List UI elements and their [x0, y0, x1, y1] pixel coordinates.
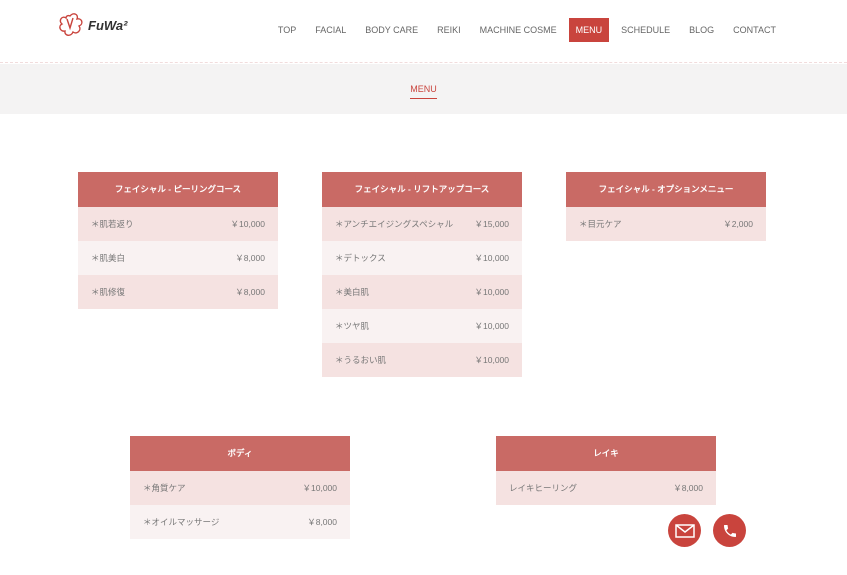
menu-item-name: ＊角質ケア	[143, 482, 186, 493]
menu-item-name: ＊ツヤ肌	[335, 320, 370, 331]
menu-item-name: ＊美白肌	[335, 286, 370, 297]
nav-item-body-care[interactable]: BODY CARE	[358, 18, 425, 42]
menu-item-name: ＊デトックス	[335, 252, 386, 263]
nav-item-top[interactable]: TOP	[271, 18, 303, 42]
menu-item-price: ￥8,000	[235, 253, 265, 263]
menu-card-title: レイキ	[496, 436, 716, 471]
menu-item-name: ＊アンチエイジングスペシャル	[335, 218, 454, 229]
menu-item-price: ￥8,000	[307, 517, 337, 527]
menu-item-row: ＊ツヤ肌 ￥10,000	[322, 309, 522, 343]
nav-item-machine-cosme[interactable]: MACHINE COSME	[473, 18, 564, 42]
page-title-band: MENU	[0, 64, 847, 114]
nav-item-blog[interactable]: BLOG	[682, 18, 721, 42]
flower-logo-icon	[59, 13, 83, 36]
menu-card: フェイシャル - ピーリングコース ＊肌若返り ￥10,000 ＊肌美白 ￥8,000 ＊…	[78, 172, 278, 309]
menu-item-row: レイキヒーリング ￥8,000	[496, 471, 716, 505]
site-header: FuWa² TOP FACIAL BODY CARE REIKI MACHINE COS…	[0, 0, 847, 63]
menu-item-name: ＊目元ケア	[579, 218, 622, 229]
menu-card-title: フェイシャル - リフトアップコース	[322, 172, 522, 207]
menu-item-price: ￥10,000	[474, 287, 510, 297]
menu-item-row: ＊肌若返り ￥10,000	[78, 207, 278, 241]
logo-text: FuWa²	[88, 17, 128, 33]
main-nav: TOP FACIAL BODY CARE REIKI MACHINE COSME MENU…	[271, 18, 783, 42]
menu-item-name: ＊肌若返り	[91, 218, 134, 229]
menu-item-name: ＊肌修復	[91, 286, 126, 297]
nav-item-contact[interactable]: CONTACT	[726, 18, 783, 42]
menu-item-name: ＊肌美白	[91, 252, 126, 263]
page-title: MENU	[410, 84, 437, 99]
menu-card-title: フェイシャル - ピーリングコース	[78, 172, 278, 207]
phone-button[interactable]	[713, 514, 746, 547]
menu-item-row: ＊肌修復 ￥8,000	[78, 275, 278, 309]
mail-icon	[674, 523, 695, 538]
menu-item-price: ￥10,000	[230, 219, 266, 229]
menu-item-price: ￥15,000	[474, 219, 510, 229]
nav-item-menu[interactable]: MENU	[568, 18, 610, 42]
mail-button[interactable]	[668, 514, 701, 547]
menu-item-price: ￥10,000	[474, 355, 510, 365]
menu-card-title: フェイシャル - オプションメニュー	[566, 172, 766, 207]
menu-card: レイキレイキヒーリング ￥8,000	[496, 436, 716, 505]
nav-item-reiki[interactable]: REIKI	[430, 18, 468, 42]
menu-item-row: ＊デトックス ￥10,000	[322, 241, 522, 275]
menu-item-name: ＊オイルマッサージ	[143, 516, 220, 527]
menu-item-name: ＊うるおい肌	[335, 354, 387, 365]
menu-card-title: ボディ	[130, 436, 350, 471]
menu-item-row: ＊目元ケア ￥2,000	[566, 207, 766, 241]
menu-item-price: ￥10,000	[474, 253, 510, 263]
menu-item-name: レイキヒーリング	[509, 482, 578, 493]
logo[interactable]: FuWa²	[56, 12, 127, 38]
menu-item-price: ￥2,000	[723, 219, 753, 229]
menu-card: ボディ ＊角質ケア ￥10,000 ＊オイルマッサージ ￥8,000	[130, 436, 350, 539]
menu-item-row: ＊美白肌 ￥10,000	[322, 275, 522, 309]
nav-item-facial[interactable]: FACIAL	[308, 18, 353, 42]
menu-item-price: ￥8,000	[235, 287, 265, 297]
menu-item-row: ＊アンチエイジングスペシャル ￥15,000	[322, 207, 522, 241]
menu-item-row: ＊角質ケア ￥10,000	[130, 471, 350, 505]
menu-item-row: ＊肌美白 ￥8,000	[78, 241, 278, 275]
menu-card: フェイシャル - リフトアップコース ＊アンチエイジングスペシャル ￥15,000 ＊…	[322, 172, 522, 377]
menu-item-price: ￥10,000	[474, 321, 510, 331]
menu-item-price: ￥8,000	[673, 483, 703, 493]
phone-icon	[723, 524, 736, 537]
nav-item-schedule[interactable]: SCHEDULE	[614, 18, 677, 42]
menu-card: フェイシャル - オプションメニュー ＊目元ケア ￥2,000	[566, 172, 766, 241]
menu-item-price: ￥10,000	[302, 483, 338, 493]
menu-item-row: ＊オイルマッサージ ￥8,000	[130, 505, 350, 539]
menu-item-row: ＊うるおい肌 ￥10,000	[322, 343, 522, 377]
